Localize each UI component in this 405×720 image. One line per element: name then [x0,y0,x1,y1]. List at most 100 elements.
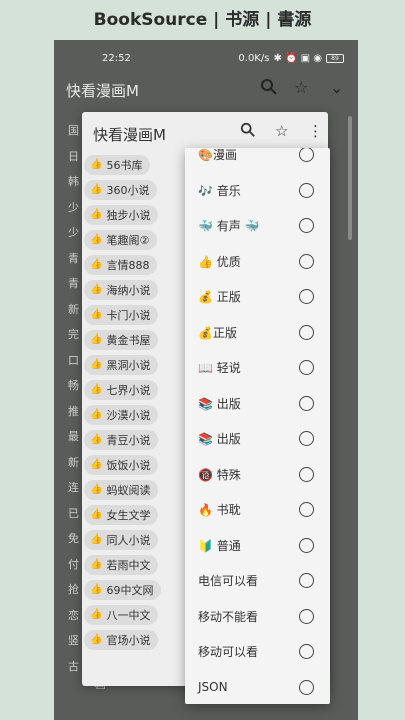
source-chip[interactable]: 👍 沙漠小说 [84,404,159,425]
source-chip[interactable]: 👍 女生文学 [84,504,159,525]
source-chip[interactable]: 👍 官场小说 [84,629,159,650]
radio-button[interactable] [299,431,314,447]
menu-item[interactable]: 🎶 音乐 [185,173,330,209]
background-list-item[interactable]: 古 [68,654,82,680]
radio-button[interactable] [299,644,314,660]
chevron-down-icon[interactable]: ⌄ [330,78,343,97]
star-icon[interactable]: ☆ [294,78,308,97]
background-list-item[interactable]: 竖 [68,628,82,654]
menu-item[interactable]: 🔞 特殊 [185,457,330,493]
background-list-item[interactable]: 日 [68,144,82,170]
radio-button[interactable] [299,324,314,340]
source-chip[interactable]: 👍 同人小说 [84,529,159,550]
radio-button[interactable] [299,573,314,589]
background-scrollbar[interactable] [348,116,352,240]
radio-button[interactable] [299,466,314,482]
background-list-item[interactable]: 连 [68,475,82,501]
menu-item-label: 🐳 有声 🐳 [198,219,260,234]
search-icon[interactable] [260,78,278,100]
source-chip[interactable]: 👍 七界小说 [84,379,159,400]
radio-button[interactable] [299,253,314,269]
menu-item-label: 💰正版 [198,325,237,340]
menu-item[interactable]: 🔥 书耽 [185,492,330,528]
source-chip[interactable]: 👍 蚂蚁阅读 [84,479,159,500]
thumbs-up-icon: 👍 [90,409,103,420]
menu-item[interactable]: 电信可以看 [185,563,330,599]
source-chip[interactable]: 👍 笔趣阁② [84,229,158,250]
menu-item[interactable]: 🔰 普通 [185,528,330,564]
source-chip[interactable]: 👍 青豆小说 [84,429,159,450]
thumbs-up-icon: 👍 [90,434,103,445]
source-chip[interactable]: 👍 黄金书屋 [84,329,159,350]
radio-button[interactable] [299,182,314,198]
background-list-item[interactable]: 青 [68,271,82,297]
source-chip[interactable]: 👍 69中文网 [84,579,162,600]
menu-item-label: 移动不能看 [198,609,259,624]
menu-item[interactable]: 📚 出版 [185,421,330,457]
more-vert-icon[interactable]: ⋮ [308,122,323,140]
source-chip[interactable]: 👍 海纳小说 [84,279,159,300]
background-list-item[interactable]: 国 [68,118,82,144]
thumbs-up-icon: 👍 [90,234,103,245]
menu-item-label: 电信可以看 [198,574,259,589]
menu-item[interactable]: 🎨漫画 [185,148,330,173]
radio-button[interactable] [299,679,314,695]
thumbs-up-icon: 👍 [90,509,103,520]
radio-button[interactable] [299,289,314,305]
menu-item[interactable]: JSON [185,670,330,705]
background-list-item[interactable]: 抢 [68,577,82,603]
chip-label: 青豆小说 [106,433,151,447]
source-chip[interactable]: 👍 黑洞小说 [84,354,159,375]
background-list-item[interactable]: 恋 [68,603,82,629]
chip-label: 独步小说 [106,208,151,222]
background-list-item[interactable]: 少 [68,220,82,246]
menu-item[interactable]: 🐳 有声 🐳 [185,208,330,244]
source-chip[interactable]: 👍 独步小说 [84,204,159,225]
background-list-item[interactable]: 青 [68,246,82,272]
menu-item-label: 🔞 特殊 [198,467,241,482]
menu-item[interactable]: 移动可以看 [185,634,330,670]
menu-item-label: 📖 轻说 [198,361,241,376]
background-list-item[interactable]: 畅 [68,373,82,399]
menu-item[interactable]: 移动不能看 [185,599,330,635]
radio-button[interactable] [299,537,314,553]
background-list-item[interactable]: 付 [68,552,82,578]
source-chip[interactable]: 👍 八一中文 [84,604,159,625]
source-chip[interactable]: 👍 56书库 [84,154,151,175]
chip-row: 👍 官场小说 [84,627,184,652]
background-list-item[interactable]: 新 [68,297,82,323]
source-chip[interactable]: 👍 饭饭小说 [84,454,159,475]
background-list-item[interactable]: 免 [68,526,82,552]
radio-button[interactable] [299,148,314,163]
menu-item[interactable]: 💰 正版 [185,279,330,315]
menu-item[interactable]: 📖 轻说 [185,350,330,386]
radio-button[interactable] [299,218,314,234]
chip-row: 👍 独步小说 [84,202,184,227]
menu-item[interactable]: 👍 优质 [185,244,330,280]
background-list-item[interactable]: 完 [68,322,82,348]
menu-item[interactable]: 📚 出版 [185,386,330,422]
source-chip[interactable]: 👍 卡门小说 [84,304,159,325]
dialog-star-icon[interactable]: ☆ [275,122,288,140]
radio-button[interactable] [299,395,314,411]
background-list-item[interactable]: 少 [68,195,82,221]
background-list-item[interactable]: 推 [68,399,82,425]
background-list-item[interactable]: 口 [68,348,82,374]
radio-button[interactable] [299,360,314,376]
chip-row: 👍 八一中文 [84,602,184,627]
chip-label: 饭饭小说 [106,458,151,472]
background-list-item[interactable]: 新 [68,450,82,476]
source-chip[interactable]: 👍 360小说 [84,179,158,200]
background-list-item[interactable]: 最 [68,424,82,450]
radio-button[interactable] [299,608,314,624]
background-list-item[interactable]: 韩 [68,169,82,195]
chip-label: 海纳小说 [106,283,151,297]
chip-label: 官场小说 [106,633,151,647]
background-list-item[interactable]: 已 [68,501,82,527]
source-chip[interactable]: 👍 若雨中文 [84,554,159,575]
source-chip[interactable]: 👍 言情888 [84,254,158,275]
menu-item[interactable]: 💰正版 [185,315,330,351]
dialog-search-icon[interactable] [240,122,256,142]
radio-button[interactable] [299,502,314,518]
menu-item-label: 👍 优质 [198,254,241,269]
